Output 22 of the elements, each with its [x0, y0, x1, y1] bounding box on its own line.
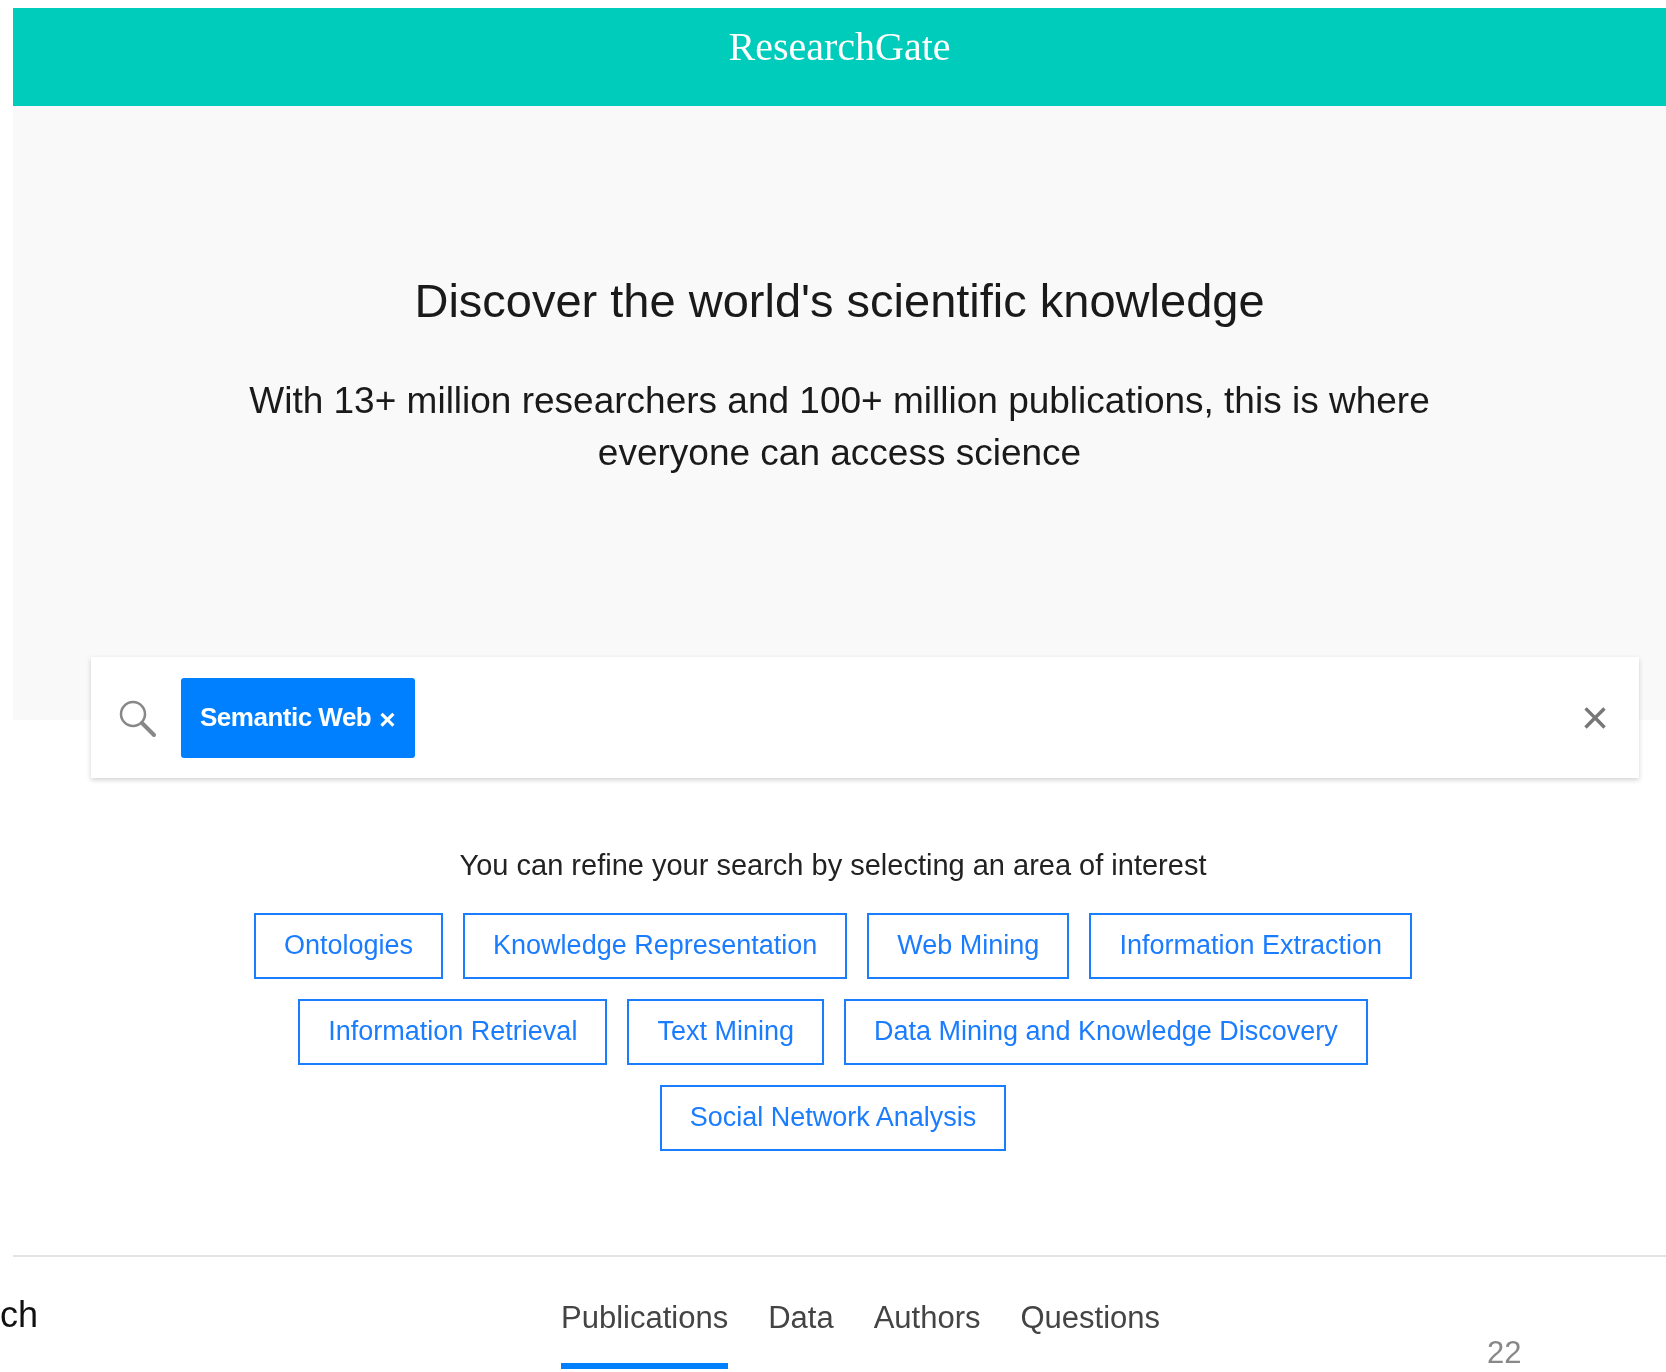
- topic-tag[interactable]: Web Mining: [867, 912, 1070, 979]
- search-bar[interactable]: Semantic Web × ×: [91, 657, 1639, 778]
- topic-tag[interactable]: Knowledge Representation: [463, 912, 848, 979]
- tab[interactable]: Authors: [873, 1298, 981, 1369]
- topic-tag[interactable]: Data Mining and Knowledge Discovery: [843, 998, 1368, 1065]
- chip-remove-button[interactable]: ×: [379, 698, 396, 741]
- logo[interactable]: ResearchGate: [728, 17, 951, 77]
- hero-subtitle: With 13+ million researchers and 100+ million publications, this is where everyone can access science: [248, 378, 1431, 475]
- side-text: ch: [0, 1293, 39, 1337]
- hero-title: Discover the world's scientific knowledge: [414, 273, 1265, 329]
- tab[interactable]: Data: [768, 1298, 834, 1369]
- page-number: 22: [1487, 1334, 1522, 1372]
- chip-label: Semantic Web: [200, 701, 372, 734]
- topic-tag[interactable]: Text Mining: [627, 998, 824, 1065]
- topic-tag[interactable]: Information Retrieval: [298, 998, 608, 1065]
- tab[interactable]: Publications: [561, 1298, 729, 1369]
- refine-hint: You can refine your search by selecting an area of interest: [459, 848, 1207, 883]
- tab[interactable]: Questions: [1020, 1298, 1161, 1369]
- clear-button[interactable]: ×: [1580, 693, 1609, 742]
- topic-tag[interactable]: Social Network Analysis: [659, 1084, 1007, 1151]
- topic-tag[interactable]: Ontologies: [254, 912, 444, 979]
- topic-tag[interactable]: Information Extraction: [1089, 912, 1412, 979]
